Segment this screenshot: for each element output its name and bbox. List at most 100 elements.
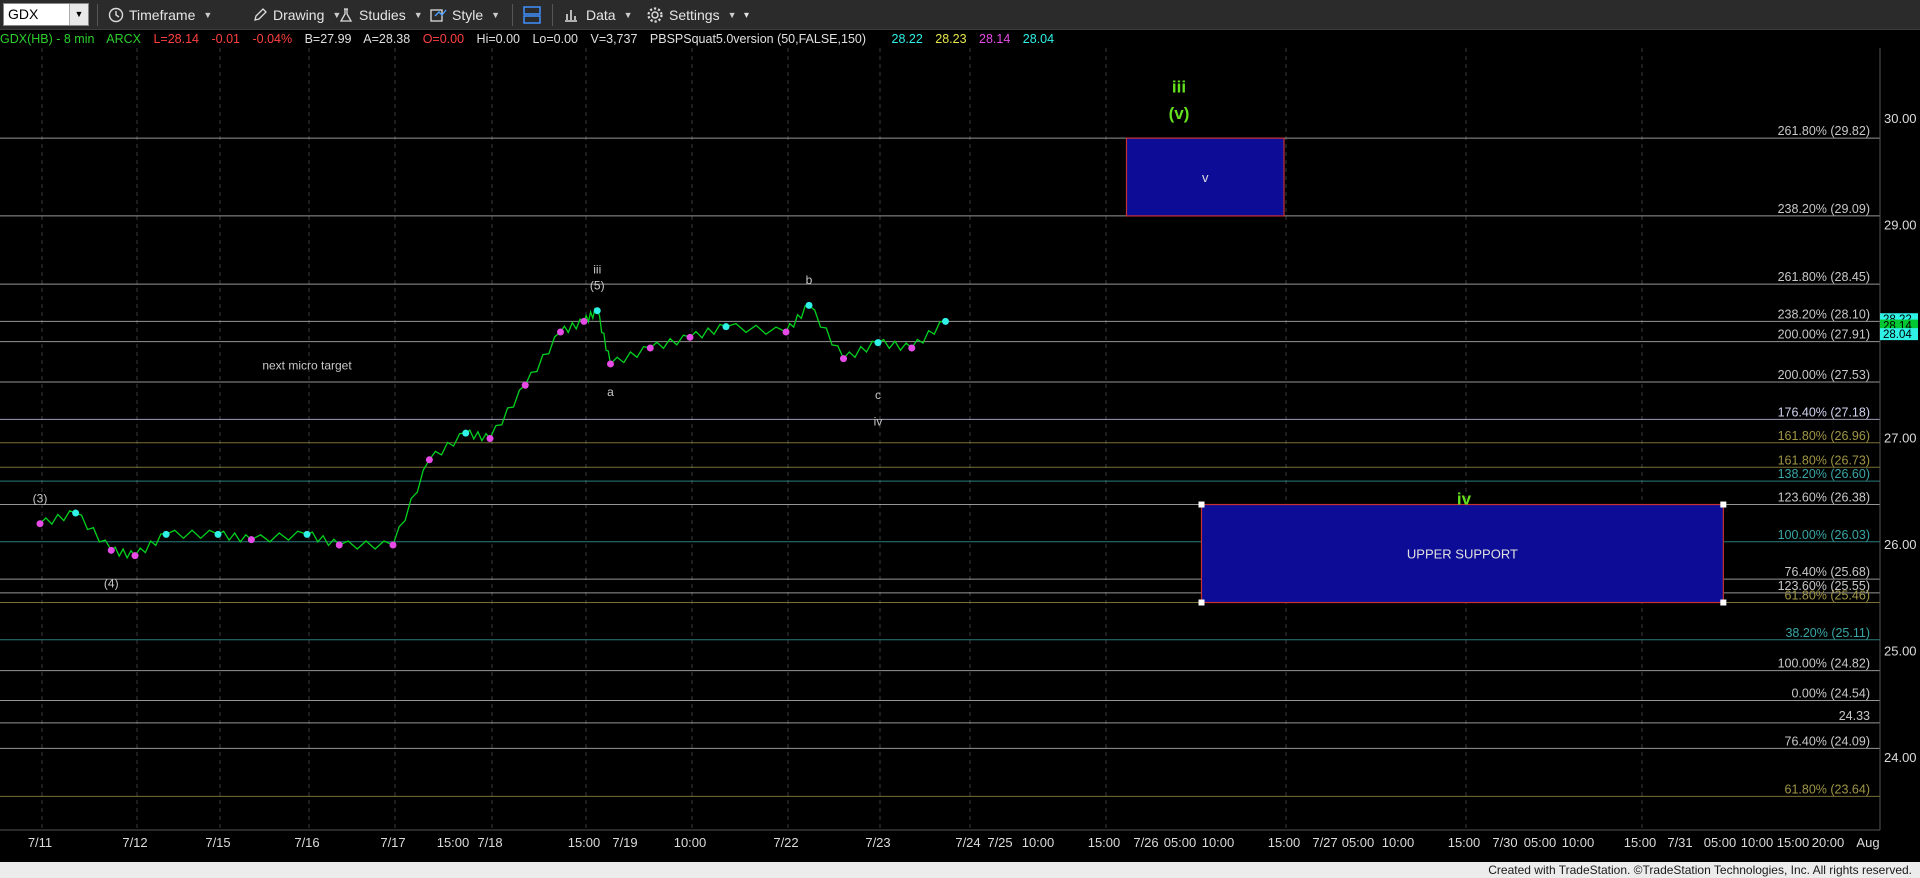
chevron-down-icon[interactable]: ▼ bbox=[69, 4, 88, 25]
credit-text: Created with TradeStation. ©TradeStation… bbox=[1484, 862, 1916, 878]
bar-chart-icon bbox=[565, 10, 577, 22]
toolbar-divider bbox=[512, 4, 513, 26]
symbol-input[interactable]: GDX ▼ bbox=[3, 3, 89, 26]
style-menu[interactable]: Style ▼ bbox=[430, 0, 500, 30]
x-tick-label: 7/17 bbox=[380, 835, 405, 850]
layout-button[interactable] bbox=[522, 0, 542, 30]
info-change: -0.01 bbox=[211, 32, 241, 46]
swing-high-dot bbox=[462, 429, 470, 437]
chevron-down-icon: ▼ bbox=[623, 10, 633, 20]
x-tick-label: 10:00 bbox=[1741, 835, 1774, 850]
data-menu[interactable]: Data ▼ bbox=[563, 0, 633, 30]
x-tick-label: 15:00 bbox=[568, 835, 601, 850]
fib-label: 200.00% (27.53) bbox=[1778, 368, 1870, 382]
x-tick-label: 05:00 bbox=[1342, 835, 1375, 850]
info-v4: 28.04 bbox=[1022, 32, 1055, 46]
toolbar-divider bbox=[552, 4, 553, 26]
x-tick-label: 10:00 bbox=[1562, 835, 1595, 850]
swing-low-dot bbox=[646, 344, 654, 352]
x-tick-label: 7/12 bbox=[122, 835, 147, 850]
swing-low-dot bbox=[686, 333, 694, 341]
x-tick-label: 15:00 bbox=[437, 835, 470, 850]
wave-label: (4) bbox=[104, 577, 119, 591]
fib-levels: 261.80% (29.82) 238.20% (29.09) 261.80% (2… bbox=[0, 124, 1880, 797]
flask-icon bbox=[339, 8, 353, 22]
x-tick-label: 7/25 bbox=[987, 835, 1012, 850]
symbol-info-bar: GDX(HB) - 8 min ARCX L=28.14 -0.01 -0.04… bbox=[0, 31, 1063, 47]
x-tick-label: 10:00 bbox=[1382, 835, 1415, 850]
studies-menu[interactable]: Studies ▼ bbox=[338, 0, 423, 30]
gear-icon bbox=[647, 7, 663, 23]
symbol-value: GDX bbox=[8, 6, 39, 22]
wave-label: (3) bbox=[33, 491, 48, 505]
info-exchange: ARCX bbox=[106, 32, 141, 46]
y-tick-label: 26.00 bbox=[1884, 537, 1917, 552]
x-tick-label: 7/30 bbox=[1492, 835, 1517, 850]
x-tick-label: 7/26 bbox=[1133, 835, 1158, 850]
dropdown-arrow-icon: ▾ bbox=[744, 9, 750, 21]
fib-label: 100.00% (24.82) bbox=[1778, 657, 1870, 671]
timeframe-label: Timeframe bbox=[129, 7, 196, 23]
chevron-down-icon: ▼ bbox=[203, 10, 213, 20]
fib-label: 61.80% (25.46) bbox=[1785, 589, 1870, 603]
style-icon bbox=[430, 9, 447, 22]
fib-label: 200.00% (27.91) bbox=[1778, 328, 1870, 342]
fib-label: 0.00% (24.54) bbox=[1791, 686, 1870, 700]
wave-label: (5) bbox=[590, 278, 605, 292]
y-tick-label: 30.00 bbox=[1884, 111, 1917, 126]
clock-icon bbox=[108, 7, 124, 23]
studies-label: Studies bbox=[359, 7, 406, 23]
fib-label: 161.80% (26.73) bbox=[1778, 453, 1870, 467]
y-tick-label: 29.00 bbox=[1884, 218, 1917, 233]
swing-high-dot bbox=[874, 339, 882, 347]
fib-label: 238.20% (28.10) bbox=[1778, 307, 1870, 321]
wave-label: c bbox=[875, 388, 881, 402]
swing-low-dot bbox=[389, 541, 397, 549]
axes: 30.0029.0028.0027.0026.0025.0024.0028.22… bbox=[0, 48, 1918, 850]
x-tick-label: 20:00 bbox=[1812, 835, 1845, 850]
style-label: Style bbox=[452, 7, 484, 23]
info-pct-change: -0.04% bbox=[252, 32, 293, 46]
x-tick-label: 05:00 bbox=[1704, 835, 1737, 850]
x-tick-label: 7/15 bbox=[205, 835, 230, 850]
box-handle bbox=[1198, 599, 1205, 606]
swing-high-dot bbox=[72, 509, 80, 517]
swing-low-dot bbox=[607, 360, 614, 368]
info-volume: V=3,737 bbox=[590, 32, 638, 46]
more-options-button[interactable]: ▾ bbox=[744, 0, 749, 30]
swing-low-dot bbox=[782, 328, 790, 336]
drawing-menu[interactable]: Drawing ▼ bbox=[252, 0, 341, 30]
info-bid: B=27.99 bbox=[304, 32, 352, 46]
x-tick-label: 15:00 bbox=[1448, 835, 1481, 850]
fib-label: 138.20% (26.60) bbox=[1778, 467, 1870, 481]
x-tick-label: 10:00 bbox=[1202, 835, 1235, 850]
info-open: O=0.00 bbox=[422, 32, 465, 46]
fib-label: 76.40% (25.68) bbox=[1785, 565, 1870, 579]
price-series bbox=[36, 301, 949, 560]
settings-menu[interactable]: Settings ▼ bbox=[646, 0, 737, 30]
swing-low-dot bbox=[247, 536, 255, 544]
fib-label: 76.40% (24.09) bbox=[1785, 734, 1870, 748]
swing-low-dot bbox=[425, 456, 433, 464]
fib-label: 261.80% (28.45) bbox=[1778, 270, 1870, 284]
info-ask: A=28.38 bbox=[363, 32, 411, 46]
x-tick-label: 7/22 bbox=[773, 835, 798, 850]
box-handle bbox=[1720, 501, 1727, 508]
price-chart[interactable]: 261.80% (29.82) 238.20% (29.09) 261.80% (2… bbox=[0, 48, 1920, 862]
swing-low-dot bbox=[107, 546, 115, 554]
swing-low-dot bbox=[908, 344, 916, 352]
swing-high-dot bbox=[593, 307, 601, 315]
x-tick-label: 7/24 bbox=[955, 835, 980, 850]
timeframe-menu[interactable]: Timeframe ▼ bbox=[108, 0, 212, 30]
wave-v-target-label: v bbox=[1202, 170, 1209, 185]
swing-high-dot bbox=[214, 530, 222, 538]
wave-label: iv bbox=[1457, 490, 1472, 509]
info-low: Lo=0.00 bbox=[532, 32, 579, 46]
wave-label: b bbox=[806, 273, 813, 287]
vertical-grid bbox=[41, 48, 1643, 830]
fib-label: 176.40% (27.18) bbox=[1778, 405, 1870, 419]
fib-label: 261.80% (29.82) bbox=[1778, 124, 1870, 138]
drawing-label: Drawing bbox=[273, 7, 325, 23]
data-label: Data bbox=[586, 7, 616, 23]
fib-label: 123.60% (26.38) bbox=[1778, 491, 1870, 505]
